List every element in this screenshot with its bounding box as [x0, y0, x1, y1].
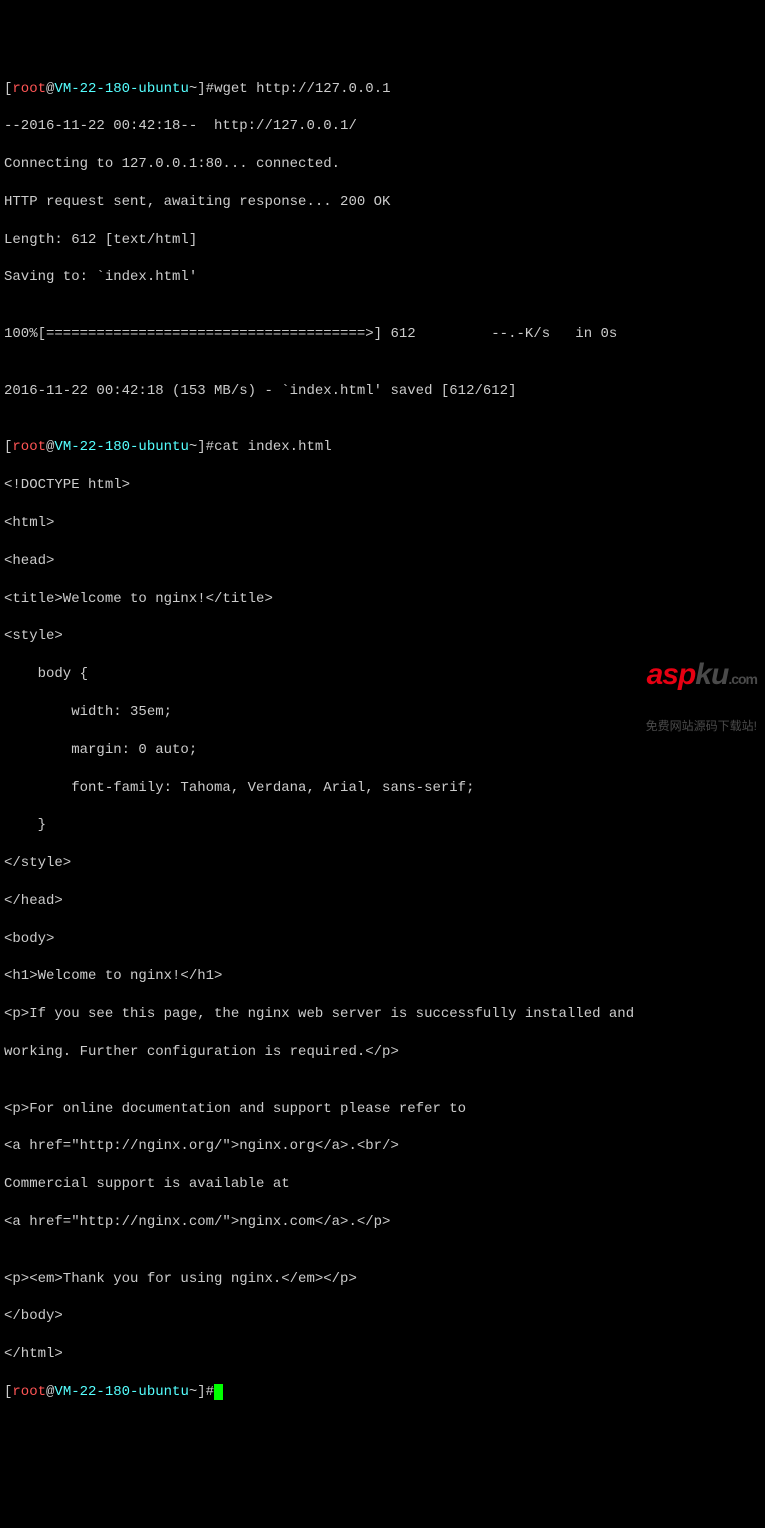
output-line: --2016-11-22 00:42:18-- http://127.0.0.1…	[4, 117, 761, 136]
watermark-brand-black: ku	[695, 658, 728, 691]
prompt-open: [	[4, 1384, 12, 1400]
prompt-user: root	[12, 439, 46, 455]
output-line: <a href="http://nginx.com/">nginx.com</a…	[4, 1213, 761, 1232]
watermark-brand-red: asp	[647, 658, 696, 691]
output-line: Length: 612 [text/html]	[4, 231, 761, 250]
prompt-close: ]#	[197, 81, 214, 97]
prompt-close: ]#	[197, 1384, 214, 1400]
prompt-close: ]#	[197, 439, 214, 455]
output-line: <p><em>Thank you for using nginx.</em></…	[4, 1270, 761, 1289]
output-line: </head>	[4, 892, 761, 911]
output-line: <h1>Welcome to nginx!</h1>	[4, 967, 761, 986]
output-line: HTTP request sent, awaiting response... …	[4, 193, 761, 212]
prompt-user: root	[12, 81, 46, 97]
prompt-at: @	[46, 1384, 54, 1400]
output-line: }	[4, 816, 761, 835]
watermark-tagline: 免费网站源码下载站!	[646, 720, 757, 732]
prompt-path: ~	[189, 439, 197, 455]
output-line: <p>For online documentation and support …	[4, 1100, 761, 1119]
command-1[interactable]: wget http://127.0.0.1	[214, 81, 390, 97]
output-line: <title>Welcome to nginx!</title>	[4, 590, 761, 609]
command-2[interactable]: cat index.html	[214, 439, 332, 455]
output-line: <body>	[4, 930, 761, 949]
output-line: <head>	[4, 552, 761, 571]
output-line: </html>	[4, 1345, 761, 1364]
output-line: Saving to: `index.html'	[4, 268, 761, 287]
output-line: 100%[===================================…	[4, 325, 761, 344]
watermark-brand: aspku.com	[646, 660, 757, 690]
output-line: <p>If you see this page, the nginx web s…	[4, 1005, 761, 1024]
watermark: aspku.com 免费网站源码下载站!	[646, 632, 757, 746]
prompt-user: root	[12, 1384, 46, 1400]
prompt-path: ~	[189, 1384, 197, 1400]
output-line: </style>	[4, 854, 761, 873]
output-line: working. Further configuration is requir…	[4, 1043, 761, 1062]
output-line: Commercial support is available at	[4, 1175, 761, 1194]
output-line: 2016-11-22 00:42:18 (153 MB/s) - `index.…	[4, 382, 761, 401]
output-line: </body>	[4, 1307, 761, 1326]
output-line: <a href="http://nginx.org/">nginx.org</a…	[4, 1137, 761, 1156]
watermark-brand-com: .com	[728, 671, 757, 687]
prompt-host: VM-22-180-ubuntu	[54, 1384, 188, 1400]
output-line: <html>	[4, 514, 761, 533]
prompt-line-1: [root@VM-22-180-ubuntu~]#wget http://127…	[4, 80, 761, 99]
prompt-path: ~	[189, 81, 197, 97]
prompt-line-2: [root@VM-22-180-ubuntu~]#cat index.html	[4, 438, 761, 457]
prompt-line-3: [root@VM-22-180-ubuntu~]#	[4, 1383, 761, 1402]
output-line: font-family: Tahoma, Verdana, Arial, san…	[4, 779, 761, 798]
prompt-host: VM-22-180-ubuntu	[54, 439, 188, 455]
prompt-host: VM-22-180-ubuntu	[54, 81, 188, 97]
output-line: <!DOCTYPE html>	[4, 476, 761, 495]
cursor-icon	[214, 1384, 223, 1400]
output-line: Connecting to 127.0.0.1:80... connected.	[4, 155, 761, 174]
